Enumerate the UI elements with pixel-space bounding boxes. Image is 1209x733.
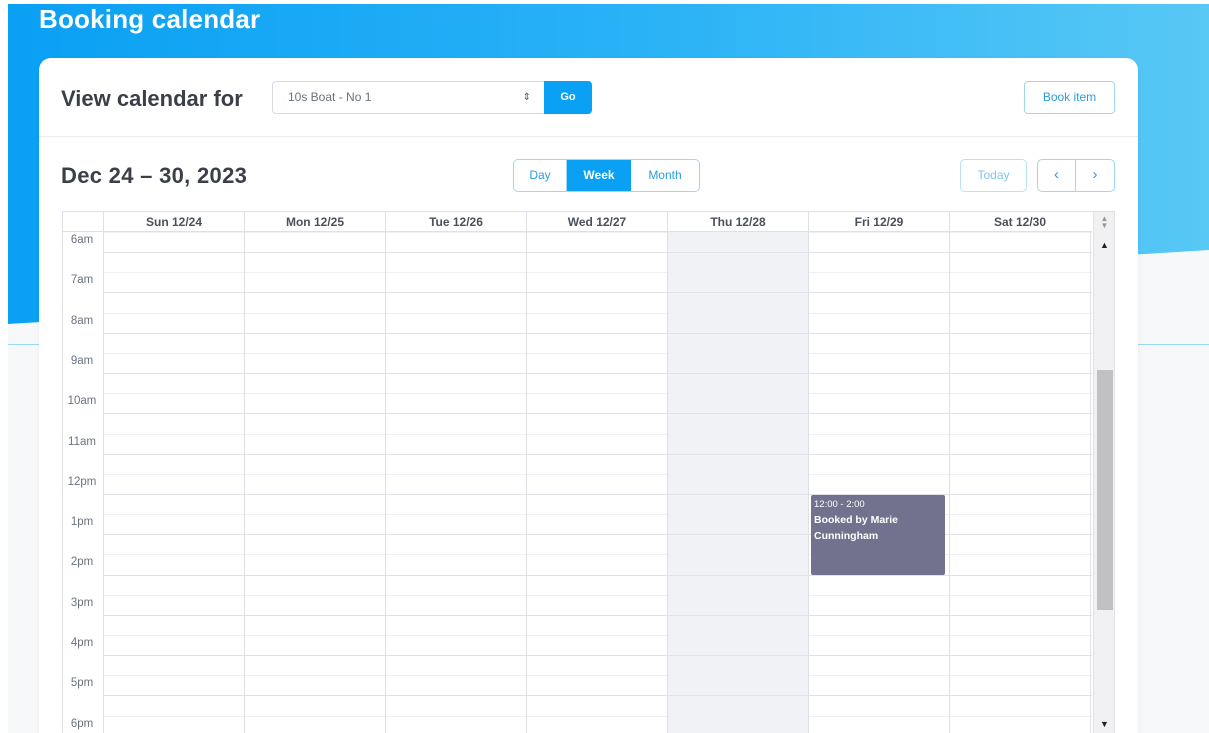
event-title: Booked by Marie Cunningham [814,514,899,542]
view-calendar-label: View calendar for [61,86,243,111]
select-arrows-icon: ⇕ [522,92,531,103]
time-label: 4pm [70,637,94,649]
divider [39,136,1138,137]
calendar-card: View calendar for 10s Boat - No 1 ⇕ Go B… [39,58,1138,733]
time-label: 8am [70,315,94,327]
slot-line [103,474,1092,475]
slot-line [103,695,1092,696]
page-title: Booking calendar [39,4,261,34]
chevron-left-icon: ‹ [1054,166,1059,183]
slot-line [103,353,1092,354]
week-view-button[interactable]: Week [567,160,631,191]
date-range-title: Dec 24 – 30, 2023 [61,163,248,188]
slot-line [103,292,1092,293]
slot-line [103,575,1092,576]
scroll-up-icon[interactable]: ▲ [1094,240,1114,250]
slot-line [103,716,1092,717]
time-label: 11am [68,436,96,448]
event-time: 12:00 - 2:00 [814,499,865,510]
time-label: 2pm [70,556,94,568]
slot-line [103,313,1092,314]
column-line [1090,232,1091,733]
slot-line [103,252,1092,253]
column-line [526,232,527,733]
column-line [667,232,668,733]
day-header: Tue 12/26 [385,212,526,232]
column-line [808,232,809,733]
time-label: 12pm [67,476,97,488]
month-view-button[interactable]: Month [631,160,699,191]
slot-line [103,333,1092,334]
day-header: Sat 12/30 [949,212,1090,232]
column-line [103,232,104,733]
time-label: 6pm [70,718,94,730]
week-calendar-grid: Sun 12/24 Mon 12/25 Tue 12/26 Wed 12/27 Thu … [62,211,1115,733]
slot-line [103,635,1092,636]
scroll-thumb[interactable] [1097,370,1113,610]
book-item-button[interactable]: Book item [1024,81,1115,114]
scroll-down-icon[interactable]: ▼ [1094,719,1114,729]
slot-line [103,655,1092,656]
time-label: 3pm [70,597,94,609]
column-line [244,232,245,733]
day-header: Thu 12/28 [667,212,808,232]
day-header: Sun 12/24 [103,212,244,232]
calendar-scrollbar[interactable]: ▲ ▼ ▲ ▼ [1093,212,1114,733]
time-label: 10am [67,395,97,407]
slot-line [103,615,1092,616]
slot-line [103,434,1092,435]
slot-line [103,272,1092,273]
booking-event[interactable]: 12:00 - 2:00 Booked by Marie Cunningham [811,495,945,575]
today-button[interactable]: Today [960,159,1027,192]
column-line [385,232,386,733]
slot-line [103,454,1092,455]
time-label: 9am [70,355,94,367]
slot-line [103,595,1092,596]
scroll-arrows-icon: ▲ ▼ [1100,214,1109,230]
column-line [949,232,950,733]
day-header: Fri 12/29 [808,212,949,232]
slot-line [103,373,1092,374]
slot-line [103,232,1092,233]
item-select-value: 10s Boat - No 1 [288,90,372,104]
week-navigation: ‹ › [1037,159,1115,192]
time-label: 6am [70,234,94,246]
time-label: 7am [70,274,94,286]
calendar-body[interactable]: 6am 7am 8am 9am 10am 11am 12pm 1pm 2pm 3pm 4pm 5pm 6… [63,232,1092,733]
day-header: Wed 12/27 [526,212,667,232]
prev-week-button[interactable]: ‹ [1038,160,1076,191]
today-column [667,232,808,733]
slot-line [103,413,1092,414]
day-header: Mon 12/25 [244,212,385,232]
time-label: 1pm [70,516,94,528]
view-toggle: Day Week Month [513,159,700,192]
slot-line [103,675,1092,676]
calendar-header: Sun 12/24 Mon 12/25 Tue 12/26 Wed 12/27 Thu … [63,212,1092,232]
go-button[interactable]: Go [544,81,592,114]
time-label: 5pm [70,677,94,689]
day-view-button[interactable]: Day [514,160,567,191]
chevron-right-icon: › [1092,166,1098,183]
next-week-button[interactable]: › [1076,160,1114,191]
item-select[interactable]: 10s Boat - No 1 ⇕ [272,81,545,114]
slot-line [103,393,1092,394]
